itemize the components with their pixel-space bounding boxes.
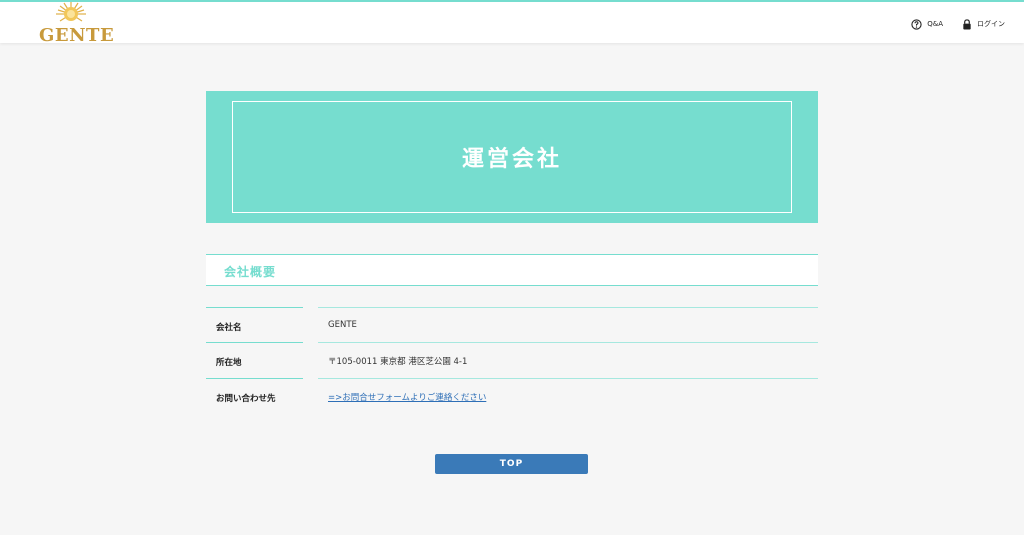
row-label: 所在地 (206, 342, 303, 378)
lock-icon (963, 18, 971, 30)
info-row-address: 所在地 〒105-0011 東京都 港区芝公園 4-1 (206, 342, 818, 378)
section-header: 会社概要 (206, 254, 818, 286)
info-row-company: 会社名 GENTE (206, 307, 818, 343)
row-value: =>お問合せフォームよりご連絡ください (318, 378, 818, 414)
row-label: 会社名 (206, 307, 303, 343)
nav-login-label: ログイン (977, 20, 1005, 28)
nav-qa-label: Q&A (927, 20, 943, 28)
hero-frame: 運営会社 (232, 101, 792, 213)
top-button[interactable]: TOP (435, 454, 588, 474)
section-title: 会社概要 (224, 265, 277, 279)
row-value: 〒105-0011 東京都 港区芝公園 4-1 (318, 342, 818, 378)
info-row-contact: お問い合わせ先 =>お問合せフォームよりご連絡ください (206, 378, 818, 414)
row-value: GENTE (318, 307, 818, 343)
row-label: お問い合わせ先 (206, 378, 303, 414)
header-nav: Q&A ログイン (911, 16, 1005, 32)
nav-qa[interactable]: Q&A (911, 18, 943, 30)
nav-login[interactable]: ログイン (962, 18, 1005, 30)
page-title: 運営会社 (461, 147, 562, 172)
top-header: GENTE Q&A ログイン (0, 0, 1024, 46)
question-circle-icon (911, 18, 922, 30)
page-hero: 運営会社 (206, 91, 818, 223)
gente-logo[interactable]: GENTE (36, 2, 114, 46)
logo-text: GENTE (39, 25, 115, 46)
contact-form-link[interactable]: =>お問合せフォームよりご連絡ください (328, 393, 486, 403)
